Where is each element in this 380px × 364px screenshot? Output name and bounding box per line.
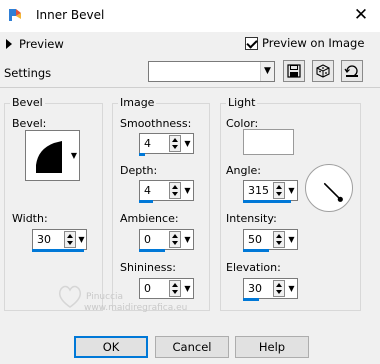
width-label: Width: <box>12 212 48 225</box>
smoothness-label: Smoothness: <box>120 117 192 130</box>
close-icon[interactable]: ✕ <box>350 4 372 26</box>
bevel-label: Bevel: <box>12 117 47 130</box>
depth-slider-bar[interactable] <box>139 200 153 203</box>
depth-spinner[interactable]: 4 ▼ <box>139 180 194 201</box>
intensity-slider-bar[interactable] <box>243 249 269 252</box>
spin-arrows-icon[interactable] <box>273 280 285 297</box>
chevron-down-icon: ▼ <box>260 62 274 81</box>
save-preset-button[interactable] <box>283 60 305 82</box>
spin-arrows-icon[interactable] <box>169 231 181 248</box>
smoothness-spinner[interactable]: 4 ▼ <box>139 133 194 154</box>
shininess-spinner[interactable]: 0 ▼ <box>139 278 194 299</box>
save-icon <box>287 64 301 78</box>
intensity-label: Intensity: <box>226 212 277 225</box>
cancel-button[interactable]: Cancel <box>155 336 229 358</box>
preview-on-image-label: Preview on Image <box>262 36 365 50</box>
chevron-down-icon[interactable]: ▼ <box>287 182 296 199</box>
elevation-label: Elevation: <box>226 261 281 274</box>
spin-arrows-icon[interactable] <box>169 280 181 297</box>
intensity-value: 50 <box>248 233 262 246</box>
spin-arrows-icon[interactable] <box>273 182 285 199</box>
checkbox-checked-icon <box>245 36 258 50</box>
angle-label: Angle: <box>226 164 262 177</box>
shininess-label: Shininess: <box>120 261 176 274</box>
ambience-label: Ambience: <box>120 212 179 225</box>
angle-slider-bar[interactable] <box>243 200 291 203</box>
expand-triangle-icon <box>6 39 12 49</box>
depth-value: 4 <box>144 184 151 197</box>
separator <box>0 87 380 88</box>
reset-defaults-button[interactable] <box>341 60 363 82</box>
chevron-down-icon[interactable]: ▼ <box>77 231 86 248</box>
watermark-heart-icon <box>56 282 84 310</box>
window-title: Inner Bevel <box>36 8 105 22</box>
chevron-down-icon[interactable]: ▼ <box>287 280 296 297</box>
preview-on-image-checkbox[interactable]: Preview on Image <box>245 36 364 50</box>
width-slider-bar[interactable] <box>32 249 84 252</box>
randomize-button[interactable] <box>312 60 334 82</box>
ambience-spinner[interactable]: 0 ▼ <box>139 229 194 250</box>
reset-icon <box>344 65 358 77</box>
chevron-down-icon[interactable]: ▼ <box>183 280 192 297</box>
settings-label: Settings <box>4 66 52 80</box>
watermark-url: www.maidiregrafica.eu <box>84 303 188 313</box>
app-icon <box>7 7 23 23</box>
watermark-name: Pinuccia <box>86 292 124 302</box>
width-spinner[interactable]: 30 ▼ <box>32 229 87 250</box>
bevel-shape-icon <box>36 141 62 173</box>
depth-label: Depth: <box>120 164 158 177</box>
width-value: 30 <box>37 233 51 246</box>
elevation-value: 30 <box>248 282 262 295</box>
ok-button[interactable]: OK <box>74 336 148 358</box>
chevron-down-icon[interactable]: ▼ <box>183 182 192 199</box>
chevron-down-icon[interactable]: ▼ <box>183 135 192 152</box>
bevel-group-title: Bevel <box>10 96 45 109</box>
randomize-icon <box>316 64 330 78</box>
angle-value: 315 <box>248 184 269 197</box>
chevron-down-icon[interactable]: ▼ <box>69 132 79 179</box>
intensity-spinner[interactable]: 50 ▼ <box>243 229 298 250</box>
ambience-value: 0 <box>144 233 151 246</box>
elevation-spinner[interactable]: 30 ▼ <box>243 278 298 299</box>
shininess-value: 0 <box>144 282 151 295</box>
spin-arrows-icon[interactable] <box>64 231 76 248</box>
angle-dial-icon <box>323 182 343 202</box>
chevron-down-icon[interactable]: ▼ <box>183 231 192 248</box>
image-group-title: Image <box>118 96 157 109</box>
smoothness-value: 4 <box>144 137 151 150</box>
ambience-slider-bar[interactable] <box>139 249 165 252</box>
angle-spinner[interactable]: 315 ▼ <box>243 180 298 201</box>
chevron-down-icon[interactable]: ▼ <box>287 231 296 248</box>
settings-dropdown[interactable]: ▼ <box>148 61 275 82</box>
spin-arrows-icon[interactable] <box>169 182 181 199</box>
angle-dial[interactable] <box>305 164 353 212</box>
help-button[interactable]: Help <box>235 336 309 358</box>
preview-label: Preview <box>19 37 64 51</box>
elevation-slider-bar[interactable] <box>243 298 259 301</box>
spin-arrows-icon[interactable] <box>169 135 181 152</box>
spin-arrows-icon[interactable] <box>273 231 285 248</box>
light-group-title: Light <box>226 96 258 109</box>
smoothness-slider-bar[interactable] <box>139 153 145 156</box>
preview-toggle[interactable]: Preview <box>6 37 64 51</box>
light-color-swatch[interactable] <box>243 129 294 155</box>
